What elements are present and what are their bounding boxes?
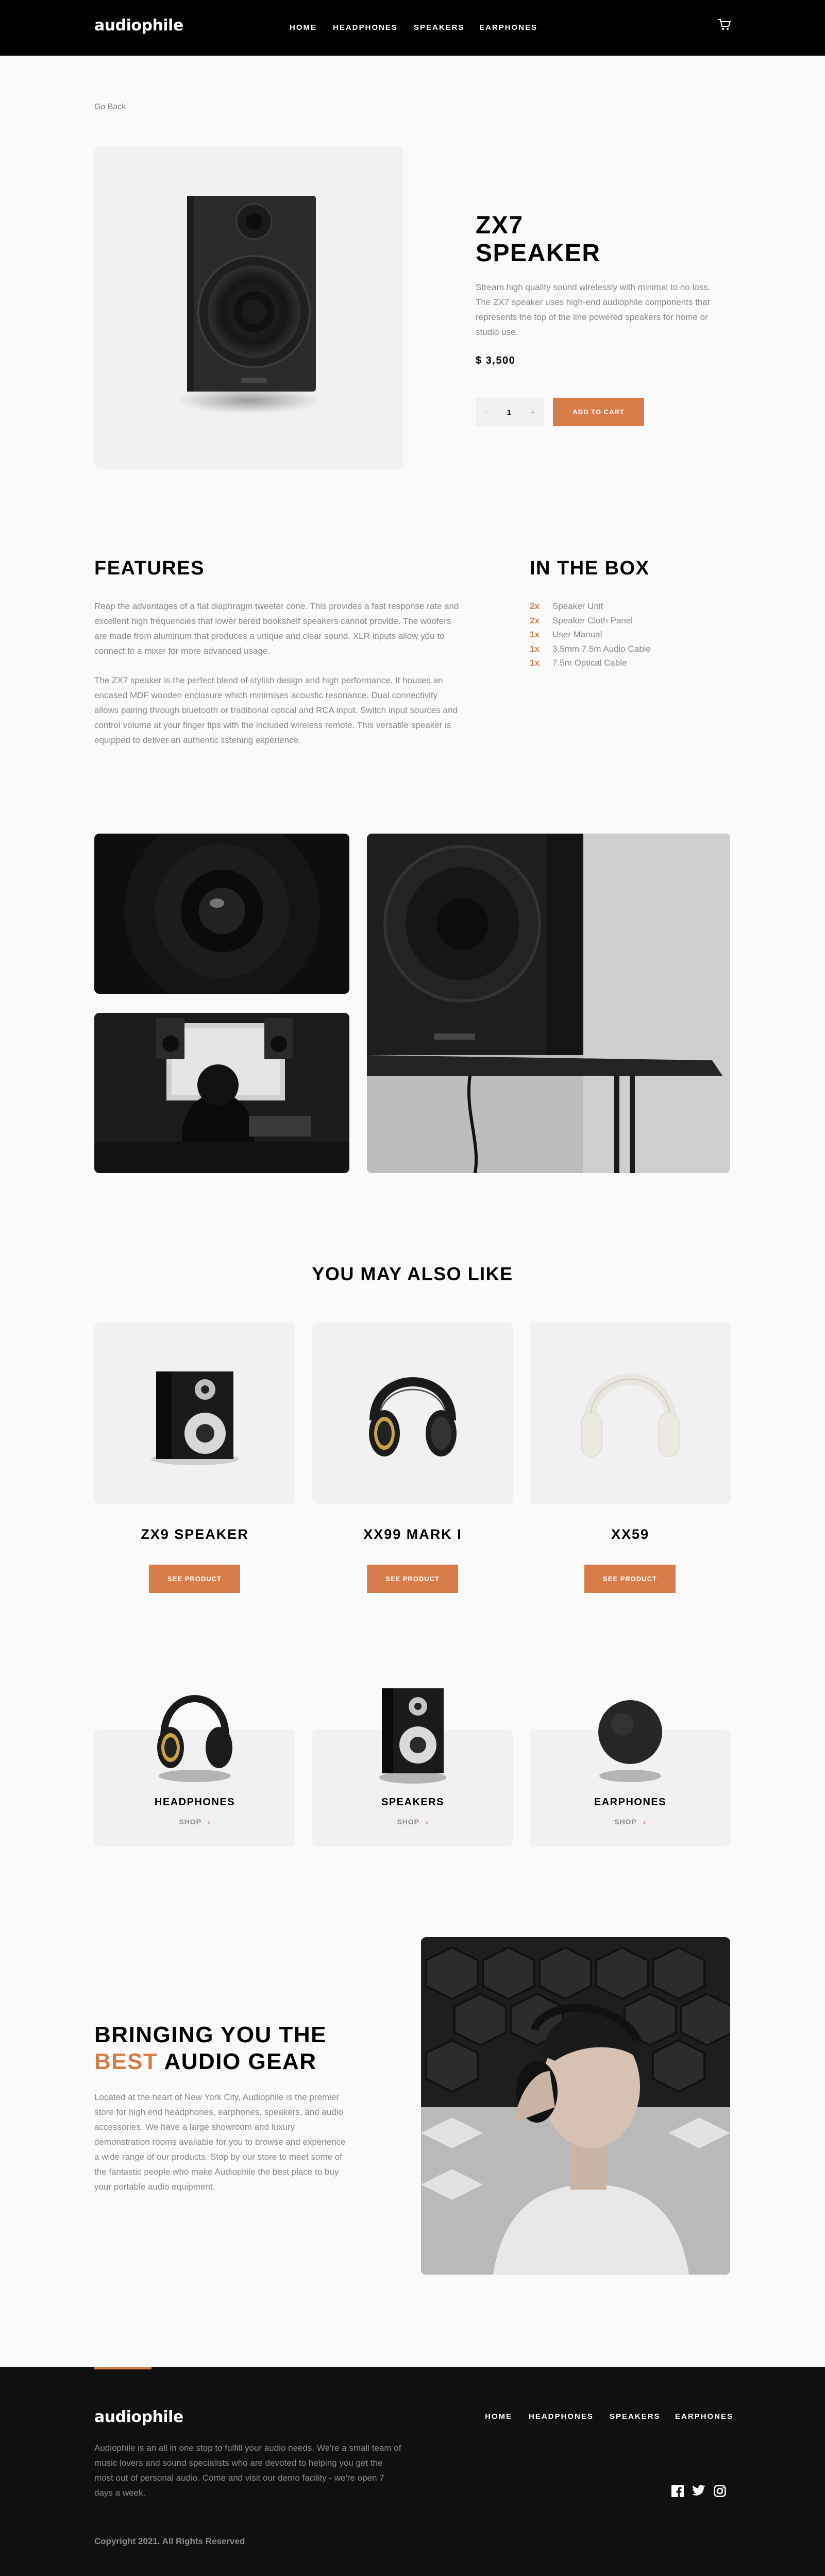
quantity-minus-button[interactable]: - [485, 408, 487, 416]
cart-icon[interactable] [718, 19, 731, 31]
product-title-line1: ZX7 [476, 212, 524, 239]
copyright: Copyright 2021. All Rights Reserved [94, 2536, 245, 2546]
box-item-qty: 1x [530, 643, 540, 654]
shop-link-earphones[interactable]: SHOP › [530, 1818, 731, 1826]
product-title: ZX7 SPEAKER [476, 212, 601, 267]
also-like-name-xx59: XX59 [611, 1527, 650, 1542]
add-to-cart-button[interactable]: ADD TO CART [553, 398, 644, 426]
facebook-icon[interactable] [671, 2485, 684, 2497]
nav-earphones[interactable]: EARPHONES [479, 23, 537, 32]
product-price: $ 3,500 [476, 355, 516, 366]
chevron-right-icon: › [643, 1818, 646, 1826]
list-item: 1x 3.5mm 7.5m Audio Cable [530, 641, 651, 656]
gallery-image-1 [94, 834, 349, 994]
instagram-icon[interactable] [714, 2485, 726, 2497]
headphones-category-image [157, 1695, 232, 1782]
box-item-name: Speaker Cloth Panel [552, 615, 633, 625]
also-like-card-xx59 [530, 1323, 731, 1504]
box-item-name: User Manual [552, 630, 602, 639]
list-item: 1x 7.5m Optical Cable [530, 655, 651, 670]
footer-text: Audiophile is an all in one stop to fulf… [94, 2443, 401, 2498]
footer-nav-earphones[interactable]: EARPHONES [675, 2412, 733, 2421]
quantity-value: 1 [507, 408, 511, 416]
quantity-stepper: - 1 + [476, 398, 544, 426]
logo[interactable]: audiophile [94, 16, 183, 35]
also-like-card-xx99 [312, 1323, 513, 1504]
features-title: FEATURES [94, 557, 205, 579]
box-item-qty: 2x [530, 601, 540, 611]
product-image [94, 147, 403, 469]
chevron-right-icon: › [208, 1818, 211, 1826]
in-the-box-list: 2x Speaker Unit 2x Speaker Cloth Panel 1x U… [530, 599, 651, 670]
footer-logo[interactable]: audiophile [94, 2408, 183, 2426]
box-item-name: Speaker Unit [552, 601, 603, 611]
xx99-headphones-illustration [369, 1377, 457, 1456]
category-name-headphones: HEADPHONES [154, 1797, 235, 1808]
woofer-closeup-illustration [94, 834, 349, 994]
list-item: 2x Speaker Unit [530, 599, 651, 613]
shop-label: SHOP [614, 1818, 637, 1826]
zx9-speaker-illustration [151, 1371, 239, 1465]
shop-label: SHOP [179, 1818, 201, 1826]
also-like-name-zx9: ZX9 SPEAKER [141, 1527, 249, 1542]
site-footer: audiophile HOME HEADPHONES SPEAKERS EARP… [0, 2367, 825, 2576]
box-item-qty: 2x [530, 615, 540, 625]
also-like-card-zx9 [94, 1323, 295, 1504]
category-name-earphones: EARPHONES [594, 1797, 667, 1808]
category-name-speakers: SPEAKERS [381, 1797, 445, 1808]
see-product-button-xx99[interactable]: SEE PRODUCT [367, 1565, 458, 1593]
speaker-on-table-illustration [367, 834, 730, 1173]
earphones-category-image [598, 1700, 662, 1782]
nav-speakers[interactable]: SPEAKERS [414, 23, 465, 32]
social-links [671, 2485, 726, 2497]
in-the-box-title: IN THE BOX [530, 557, 650, 579]
quantity-plus-button[interactable]: + [531, 408, 535, 416]
about-title-line2: BEST AUDIO GEAR [94, 2048, 362, 2075]
about-title-accent: BEST [94, 2049, 158, 2074]
features-text: Reap the advantages of a flat diaphragm … [94, 599, 460, 748]
also-like-title: YOU MAY ALSO LIKE [312, 1263, 513, 1284]
chevron-right-icon: › [426, 1818, 429, 1826]
see-product-button-xx59[interactable]: SEE PRODUCT [584, 1565, 676, 1593]
gallery-image-2 [94, 1013, 349, 1173]
also-like-name-xx99: XX99 MARK I [363, 1527, 462, 1542]
about-title-line1: BRINGING YOU THE [94, 2022, 327, 2047]
footer-nav-speakers[interactable]: SPEAKERS [610, 2412, 661, 2421]
footer-nav-home[interactable]: HOME [485, 2412, 512, 2421]
box-item-name: 7.5m Optical Cable [552, 658, 627, 668]
go-back-link[interactable]: Go Back [94, 103, 126, 112]
speaker-illustration [177, 196, 321, 414]
list-item: 1x User Manual [530, 627, 651, 641]
about-title: BRINGING YOU THE BEST AUDIO GEAR [94, 2022, 362, 2075]
nav-home[interactable]: HOME [290, 23, 317, 32]
shop-label: SHOP [397, 1818, 419, 1826]
box-item-name: 3.5mm 7.5m Audio Cable [552, 643, 651, 654]
about-image [421, 1937, 730, 2275]
shop-link-headphones[interactable]: SHOP › [94, 1818, 295, 1826]
footer-nav-headphones[interactable]: HEADPHONES [529, 2412, 594, 2421]
features-paragraph-2: The ZX7 speaker is the perfect blend of … [94, 675, 458, 745]
about-title-rest: AUDIO GEAR [158, 2049, 317, 2074]
product-title-line2: SPEAKER [476, 240, 601, 267]
gallery-image-3 [367, 834, 730, 1173]
about-text: Located at the heart of New York City, A… [94, 2092, 346, 2192]
speakers-category-image [379, 1688, 446, 1784]
see-product-button-zx9[interactable]: SEE PRODUCT [149, 1565, 240, 1593]
features-paragraph-1: Reap the advantages of a flat diaphragm … [94, 601, 459, 656]
list-item: 2x Speaker Cloth Panel [530, 613, 651, 628]
twitter-icon[interactable] [692, 2485, 705, 2496]
footer-accent-bar [94, 2367, 151, 2369]
product-description: Stream high quality sound wirelessly wit… [476, 282, 711, 337]
site-header: audiophile HOME HEADPHONES SPEAKERS EARP… [0, 0, 825, 56]
studio-illustration [94, 1013, 349, 1173]
box-item-qty: 1x [530, 658, 540, 668]
xx59-headphones-illustration [581, 1374, 680, 1457]
nav-headphones[interactable]: HEADPHONES [333, 23, 398, 32]
box-item-qty: 1x [530, 630, 540, 639]
shop-link-speakers[interactable]: SHOP › [312, 1818, 513, 1826]
man-with-headphones-illustration [421, 1937, 730, 2275]
